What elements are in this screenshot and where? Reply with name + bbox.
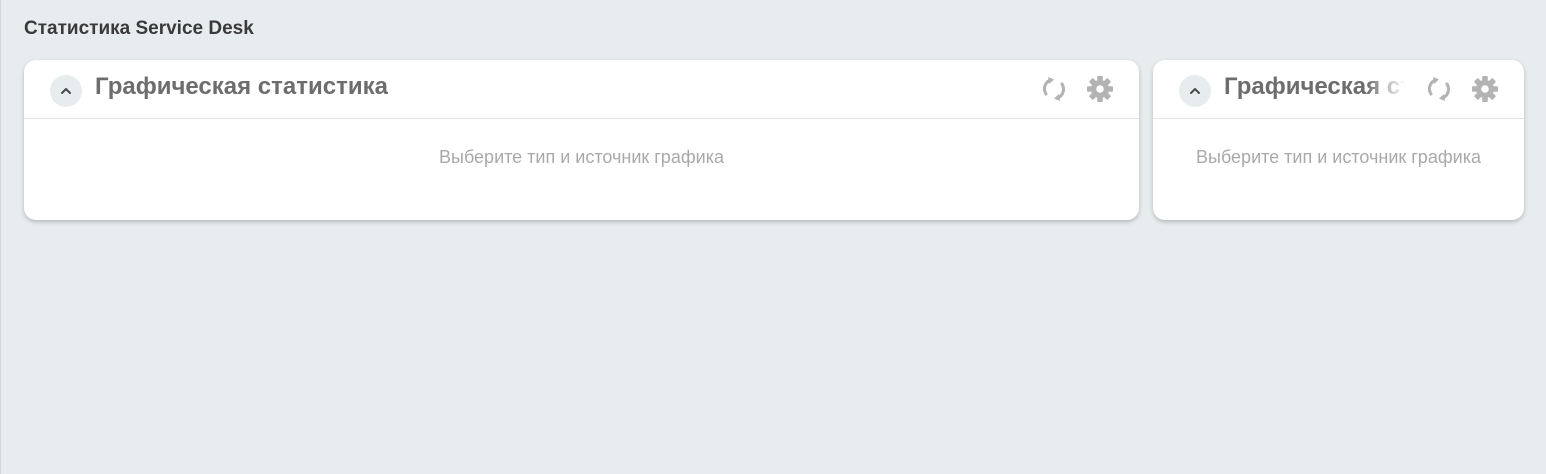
stats-widget-2: Графическая статистика — [1153, 60, 1524, 220]
page-title: Статистика Service Desk — [24, 18, 254, 39]
chevron-up-icon — [61, 88, 71, 94]
settings-button[interactable] — [1086, 75, 1114, 103]
collapse-button[interactable] — [1179, 75, 1211, 107]
widget-header: Графическая статистика — [1153, 60, 1524, 119]
chart-placeholder-text: Выберите тип и источник графика — [1196, 147, 1481, 167]
widget-header: Графическая статистика — [24, 60, 1139, 119]
refresh-icon — [1042, 77, 1066, 101]
chart-placeholder-text: Выберите тип и источник графика — [439, 147, 724, 167]
refresh-button[interactable] — [1425, 75, 1453, 103]
settings-button[interactable] — [1471, 75, 1499, 103]
collapse-button[interactable] — [50, 75, 82, 107]
gear-icon — [1087, 76, 1113, 102]
chevron-up-icon — [1190, 88, 1200, 94]
refresh-icon — [1427, 77, 1451, 101]
stats-widget-1: Графическая статистика Выберите тип и ис… — [24, 60, 1139, 220]
widget-title: Графическая статистика — [95, 73, 388, 100]
refresh-button[interactable] — [1040, 75, 1068, 103]
page-left-border — [0, 0, 1, 474]
widget-body — [24, 119, 1139, 220]
widget-title: Графическая статистика — [1224, 73, 1406, 100]
gear-icon — [1472, 76, 1498, 102]
widget-body — [1153, 119, 1524, 220]
